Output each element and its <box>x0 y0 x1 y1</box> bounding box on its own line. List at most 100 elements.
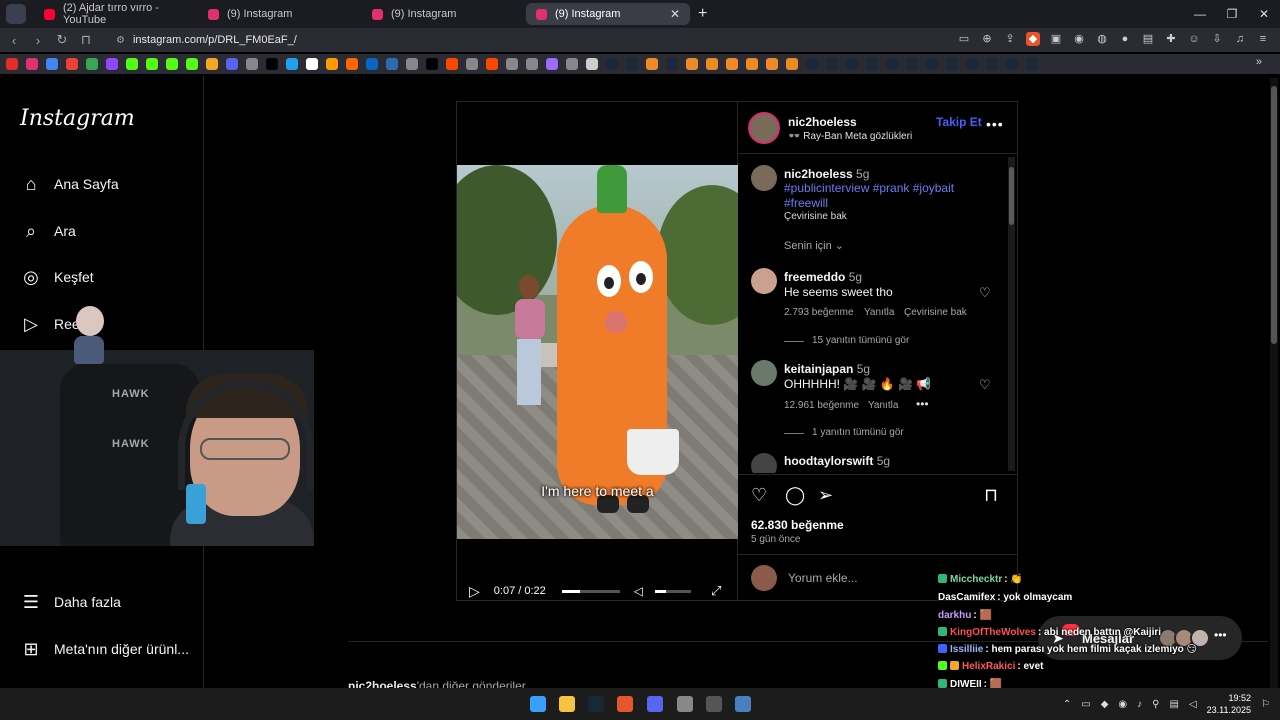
discord-icon[interactable] <box>647 696 663 712</box>
author-avatar[interactable] <box>748 112 780 144</box>
zoom-icon[interactable]: ⊕ <box>980 32 994 46</box>
minimize-icon[interactable]: — <box>1184 7 1216 21</box>
mic-icon[interactable]: ⚲ <box>1152 699 1159 710</box>
back-icon[interactable]: ‹ <box>4 33 24 48</box>
reply-link[interactable]: Yanıtla <box>868 400 898 411</box>
comment-input[interactable]: Yorum ekle... <box>788 571 858 585</box>
bookmark-icon[interactable] <box>66 58 78 70</box>
chevron-up-icon[interactable]: ⌃ <box>1063 699 1071 710</box>
caption-username[interactable]: nic2hoeless 5g <box>784 167 869 181</box>
steam-tray-icon[interactable]: ◉ <box>1118 699 1127 710</box>
bookmark-icon[interactable] <box>26 58 38 70</box>
likes-count[interactable]: 62.830 beğenme <box>751 518 844 532</box>
bookmark-icon[interactable] <box>166 58 178 70</box>
file-explorer-icon[interactable] <box>559 696 575 712</box>
url-field[interactable]: instagram.com/p/DRL_FM0EaF_/ <box>133 34 297 46</box>
bookmark-icon[interactable] <box>1026 58 1038 70</box>
share-icon[interactable]: ⇪ <box>1003 32 1017 46</box>
bookmark-icon[interactable] <box>106 58 118 70</box>
bookmark-icon[interactable] <box>246 58 258 70</box>
comment-username[interactable]: freemeddo 5g <box>784 270 862 284</box>
bookmark-icon[interactable] <box>826 58 838 70</box>
bookmark-icon[interactable] <box>466 58 478 70</box>
download-icon[interactable]: ⇩ <box>1210 32 1224 46</box>
video-frame[interactable]: I'm here to meet a <box>457 165 738 539</box>
bookmark-icon[interactable] <box>266 58 278 70</box>
start-icon[interactable] <box>530 696 546 712</box>
like-comment-icon[interactable]: ♡ <box>979 285 991 301</box>
media-icon[interactable]: ♫ <box>1233 32 1247 46</box>
close-tab-icon[interactable]: ✕ <box>670 7 680 21</box>
bookmark-icon[interactable] <box>186 58 198 70</box>
sort-dropdown[interactable]: Senin için ⌄ <box>784 239 844 252</box>
steam-icon[interactable] <box>588 696 604 712</box>
commenter-avatar[interactable] <box>751 453 777 473</box>
view-replies-link[interactable]: 15 yanıtın tümünü gör <box>812 335 909 346</box>
sidebar-item-more[interactable]: ☰ Daha fazla <box>20 591 121 613</box>
puzzle-icon[interactable]: ✚ <box>1164 32 1178 46</box>
brave-shield-icon[interactable]: ◆ <box>1026 32 1040 46</box>
tray-app-icon[interactable]: ▭ <box>1081 699 1090 710</box>
tab-instagram-1[interactable]: (9) Instagram <box>198 3 362 25</box>
seek-bar[interactable] <box>561 589 620 593</box>
sidebar-toggle-icon[interactable] <box>6 4 26 24</box>
bookmark-icon[interactable] <box>986 58 998 70</box>
site-info-icon[interactable]: ⚙ <box>116 35 125 46</box>
fullscreen-icon[interactable]: ⤢ <box>711 583 721 599</box>
clock[interactable]: 19:52 23.11.2025 <box>1207 692 1251 716</box>
bookmark-icon[interactable] <box>806 58 818 70</box>
notification-icon[interactable]: ⚐ <box>1261 699 1270 710</box>
new-tab-button[interactable]: + <box>698 5 707 23</box>
more-options-icon[interactable]: ••• <box>986 116 1004 132</box>
bookmark-icon[interactable] <box>726 58 738 70</box>
restore-icon[interactable]: ❐ <box>1216 7 1248 21</box>
sidebar-item-search[interactable]: ⌕ Ara <box>20 220 76 242</box>
tab-youtube[interactable]: (2) Ajdar tırro vırro - YouTube <box>34 2 198 26</box>
instagram-logo[interactable]: Instagram <box>20 106 135 131</box>
bookmark-icon[interactable] <box>86 58 98 70</box>
bookmark-icon[interactable] <box>586 58 598 70</box>
translate-link[interactable]: Çevirisine bak <box>904 307 967 318</box>
reload-icon[interactable]: ↻ <box>52 32 72 48</box>
comment-likes[interactable]: 2.793 beğenme <box>784 307 854 318</box>
bookmark-icon[interactable] <box>786 58 798 70</box>
commenter-avatar[interactable] <box>751 360 777 386</box>
bookmark-icon[interactable] <box>6 58 18 70</box>
brave-icon[interactable] <box>617 696 633 712</box>
network-icon[interactable]: ▤ <box>1169 699 1178 710</box>
extension-icon[interactable]: ◉ <box>1072 32 1086 46</box>
page-scrollbar[interactable] <box>1270 78 1278 688</box>
tray-app-icon[interactable]: ◆ <box>1101 699 1109 710</box>
bookmark-icon[interactable] <box>126 58 138 70</box>
bookmark-icon[interactable] <box>366 58 378 70</box>
bookmark-icon[interactable] <box>926 58 938 70</box>
comment-likes[interactable]: 12.961 beğenme <box>784 400 859 411</box>
obs-icon[interactable] <box>706 696 722 712</box>
tab-instagram-2[interactable]: (9) Instagram <box>362 3 526 25</box>
extension-icon[interactable]: ● <box>1118 32 1132 46</box>
cast-icon[interactable]: ▭ <box>957 32 971 46</box>
bookmark-icon[interactable] <box>406 58 418 70</box>
menu-icon[interactable]: ≡ <box>1256 32 1270 46</box>
like-icon[interactable]: ♡ <box>751 485 767 506</box>
bookmark-icon[interactable] <box>146 58 158 70</box>
bookmark-icon[interactable] <box>686 58 698 70</box>
bookmark-icon[interactable] <box>526 58 538 70</box>
bookmark-icon[interactable] <box>946 58 958 70</box>
save-icon[interactable]: ⊓ <box>984 485 998 506</box>
bookmark-icon[interactable] <box>486 58 498 70</box>
sidebar-item-meta-products[interactable]: ⊞ Meta'nın diğer ürünl... <box>20 638 189 660</box>
comment-options-icon[interactable]: ••• <box>916 397 929 411</box>
sidebar-item-explore[interactable]: ◎ Keşfet <box>20 266 94 288</box>
volume-icon[interactable]: ◁ <box>1189 699 1197 710</box>
app-icon[interactable] <box>735 696 751 712</box>
bookmark-icon[interactable] <box>426 58 438 70</box>
caption-hashtags[interactable]: #publicinterview #prank #joybait #freewi… <box>784 181 974 211</box>
bookmark-icon[interactable] <box>306 58 318 70</box>
bookmark-icon[interactable] <box>506 58 518 70</box>
play-icon[interactable]: ▷ <box>469 583 480 600</box>
volume-icon[interactable]: ◁ <box>634 584 643 598</box>
author-username[interactable]: nic2hoeless <box>788 115 857 129</box>
bookmark-icon[interactable] <box>666 58 678 70</box>
bookmark-icon[interactable] <box>226 58 238 70</box>
